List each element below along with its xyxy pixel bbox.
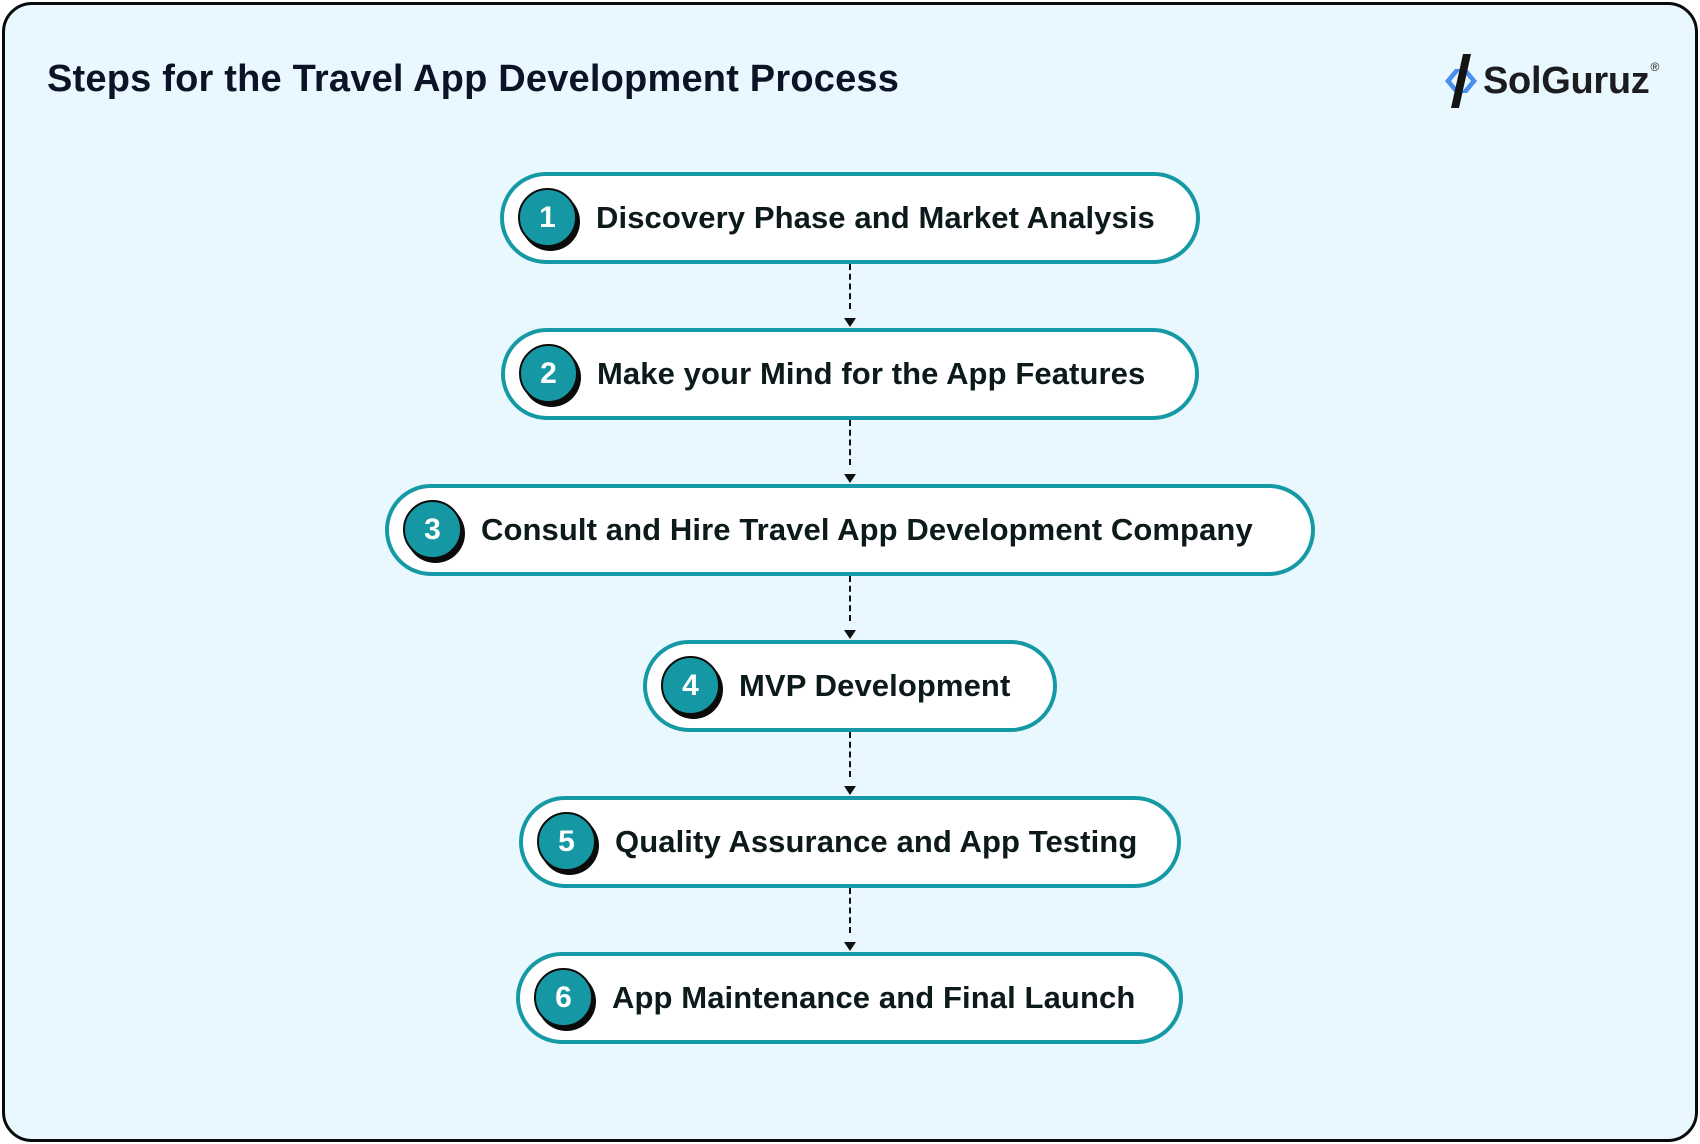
registered-mark: ® — [1650, 60, 1660, 74]
step-6: 6 App Maintenance and Final Launch — [516, 952, 1183, 1044]
step-4: 4 MVP Development — [643, 640, 1057, 732]
step-label: Make your Mind for the App Features — [597, 356, 1146, 391]
step-label: App Maintenance and Final Launch — [612, 980, 1136, 1015]
brand-logo: SolGuruz ® — [1441, 52, 1659, 110]
step-number-badge: 3 — [403, 500, 462, 559]
logo-text: SolGuruz — [1483, 59, 1650, 102]
step-number-badge: 2 — [519, 344, 578, 403]
page-title: Steps for the Travel App Development Pro… — [47, 58, 900, 100]
step-number-badge: 6 — [534, 968, 593, 1027]
connector-line — [849, 888, 853, 933]
step-3: 3 Consult and Hire Travel App Developmen… — [385, 484, 1315, 576]
step-label: Discovery Phase and Market Analysis — [596, 200, 1155, 235]
step-number-badge: 5 — [537, 812, 596, 871]
step-5: 5 Quality Assurance and App Testing — [519, 796, 1181, 888]
arrow-down-icon — [844, 630, 856, 639]
step-number-badge: 1 — [518, 188, 577, 247]
step-label: Consult and Hire Travel App Development … — [481, 512, 1253, 547]
arrow-down-icon — [844, 786, 856, 795]
arrow-down-icon — [844, 474, 856, 483]
connector-line — [849, 420, 853, 465]
step-1: 1 Discovery Phase and Market Analysis — [500, 172, 1200, 264]
step-label: MVP Development — [739, 668, 1011, 703]
arrow-down-icon — [844, 318, 856, 327]
step-2: 2 Make your Mind for the App Features — [501, 328, 1199, 420]
connector-line — [849, 264, 853, 309]
step-label: Quality Assurance and App Testing — [615, 824, 1138, 859]
step-number-badge: 4 — [661, 656, 720, 715]
connector-line — [849, 576, 853, 621]
arrow-down-icon — [844, 942, 856, 951]
connector-line — [849, 732, 853, 777]
solguruz-mark-icon — [1445, 54, 1477, 108]
